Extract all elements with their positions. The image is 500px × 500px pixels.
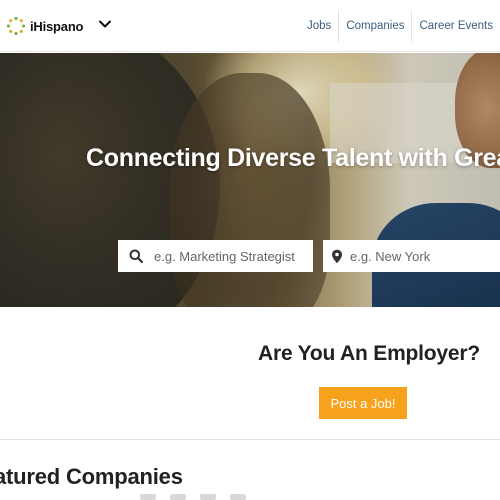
nav-career-events[interactable]: Career Events bbox=[411, 10, 500, 42]
featured-company-placeholder bbox=[170, 494, 186, 500]
main-nav: Jobs Companies Career Events bbox=[300, 10, 500, 42]
hero-banner: Connecting Diverse Talent with Great C bbox=[0, 53, 500, 307]
site-logo[interactable]: iHispano bbox=[6, 14, 83, 38]
featured-companies-heading: atured Companies bbox=[0, 464, 183, 489]
chevron-down-icon[interactable] bbox=[98, 17, 112, 31]
map-pin-icon bbox=[323, 240, 350, 272]
location-search-input[interactable] bbox=[350, 240, 500, 272]
employer-heading: Are You An Employer? bbox=[258, 342, 480, 365]
site-header: iHispano Jobs Companies Career Events bbox=[0, 0, 500, 52]
featured-company-placeholder bbox=[200, 494, 216, 500]
nav-jobs[interactable]: Jobs bbox=[300, 10, 338, 42]
featured-company-placeholder bbox=[140, 494, 156, 500]
featured-company-placeholder bbox=[230, 494, 246, 500]
location-search-box[interactable] bbox=[323, 240, 500, 272]
keyword-search-input[interactable] bbox=[154, 240, 304, 272]
post-job-button[interactable]: Post a Job! bbox=[319, 387, 407, 419]
keyword-search-box[interactable] bbox=[118, 240, 313, 272]
nav-companies[interactable]: Companies bbox=[338, 10, 411, 42]
logo-text: iHispano bbox=[30, 18, 84, 34]
search-icon bbox=[118, 240, 154, 272]
hero-title: Connecting Diverse Talent with Great C bbox=[86, 144, 500, 172]
section-divider bbox=[0, 439, 500, 440]
ihispano-logo-icon bbox=[6, 16, 26, 36]
featured-companies-preview bbox=[140, 494, 290, 500]
